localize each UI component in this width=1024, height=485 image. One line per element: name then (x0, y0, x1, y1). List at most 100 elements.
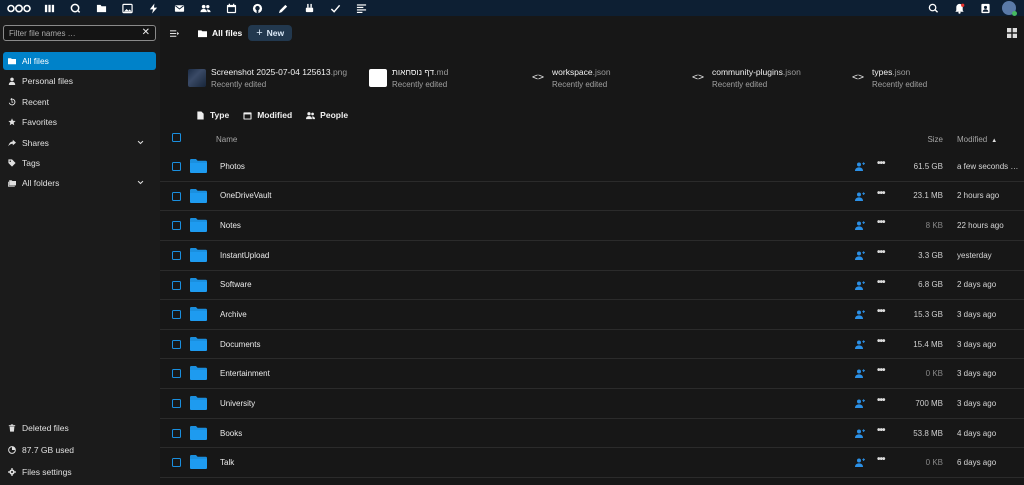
table-row[interactable]: Documents ••• 15.4 MB 3 days ago (160, 330, 1024, 360)
search-app-icon[interactable] (62, 0, 88, 16)
toggle-navigation-icon[interactable] (160, 29, 188, 38)
column-modified[interactable]: Modified ▲ (957, 135, 997, 144)
filter-modified-button[interactable]: Modified (243, 110, 292, 120)
row-checkbox[interactable] (172, 339, 181, 349)
clear-filter-icon[interactable]: ✕ (142, 27, 150, 38)
activity-icon[interactable] (140, 0, 166, 16)
contacts-menu-icon[interactable] (972, 0, 998, 16)
table-row[interactable]: Photos ••• 61.5 GB a few seconds ago (160, 152, 1024, 182)
share-icon[interactable] (855, 162, 865, 171)
sidebar-item-personal-files[interactable]: Personal files (3, 72, 156, 90)
recent-file[interactable]: <> types.json Recently edited (849, 64, 927, 94)
row-checkbox[interactable] (172, 310, 181, 320)
chevron-down-icon[interactable] (137, 139, 144, 146)
mail-icon[interactable] (166, 0, 192, 16)
sidebar-item-shares[interactable]: Shares (3, 134, 156, 152)
sidebar-item-tags[interactable]: Tags (3, 154, 156, 172)
storage-quota[interactable]: 87.7 GB used (3, 441, 156, 459)
share-icon[interactable] (855, 369, 865, 379)
text-icon[interactable] (348, 0, 374, 16)
share-icon[interactable] (855, 191, 865, 201)
more-actions-icon[interactable]: ••• (877, 454, 885, 465)
sidebar-item-all-files[interactable]: All files (3, 52, 156, 70)
filter-input-box[interactable]: ✕ (3, 25, 156, 41)
table-row[interactable]: Notes ••• 8 KB 22 hours ago (160, 211, 1024, 241)
share-icon[interactable] (855, 458, 865, 468)
chevron-down-icon[interactable] (137, 179, 144, 186)
contacts-icon[interactable] (192, 0, 218, 16)
filter-type-button[interactable]: Type (196, 110, 229, 120)
plugins-icon[interactable] (296, 0, 322, 16)
share-icon[interactable] (855, 429, 865, 438)
row-checkbox[interactable] (172, 369, 181, 379)
row-checkbox[interactable] (172, 191, 181, 201)
table-row[interactable]: Entertainment ••• 0 KB 3 days ago (160, 359, 1024, 390)
table-row[interactable]: Archive ••• 15.3 GB 3 days ago (160, 300, 1024, 330)
row-checkbox[interactable] (172, 250, 181, 260)
share-icon[interactable] (855, 399, 865, 409)
file-name[interactable]: Documents (220, 340, 260, 349)
calendar-icon[interactable] (218, 0, 244, 16)
row-checkbox[interactable] (172, 162, 181, 171)
grid-view-icon[interactable] (1007, 28, 1017, 38)
share-icon[interactable] (855, 280, 865, 290)
sidebar-item-favorites[interactable]: Favorites (3, 113, 156, 131)
recent-file[interactable]: דף נוסחאות.md Recently edited (369, 64, 448, 94)
table-row[interactable]: OneDriveVault ••• 23.1 MB 2 hours ago (160, 182, 1024, 212)
table-row[interactable]: Talk ••• 0 KB 6 days ago (160, 448, 1024, 479)
sidebar-item-all-folders[interactable]: All folders (3, 174, 156, 192)
row-checkbox[interactable] (172, 399, 181, 409)
table-row[interactable]: Books ••• 53.8 MB 4 days ago (160, 419, 1024, 449)
share-icon[interactable] (855, 251, 865, 260)
file-name[interactable]: Entertainment (220, 369, 270, 378)
row-checkbox[interactable] (172, 221, 181, 231)
more-actions-icon[interactable]: ••• (877, 247, 885, 258)
column-name[interactable]: Name (216, 135, 237, 144)
file-name[interactable]: OneDriveVault (220, 191, 271, 200)
filter-people-button[interactable]: People (306, 110, 348, 120)
more-actions-icon[interactable]: ••• (877, 306, 885, 317)
tasks-icon[interactable] (322, 0, 348, 16)
filter-input[interactable] (9, 28, 139, 38)
table-row[interactable]: Software ••• 6.8 GB 2 days ago (160, 271, 1024, 301)
table-row[interactable]: InstantUpload ••• 3.3 GB yesterday (160, 241, 1024, 271)
dashboard-icon[interactable] (36, 0, 62, 16)
file-name[interactable]: Notes (220, 221, 241, 230)
recent-file[interactable]: Screenshot 2025-07-04 125613.png Recentl… (188, 64, 347, 94)
files-icon[interactable] (88, 0, 114, 16)
more-actions-icon[interactable]: ••• (877, 395, 885, 406)
file-name[interactable]: Photos (220, 162, 245, 171)
row-checkbox[interactable] (172, 458, 181, 468)
notes-icon[interactable] (270, 0, 296, 16)
logo-icon[interactable] (2, 0, 36, 16)
sidebar-item-deleted-files[interactable]: Deleted files (3, 419, 156, 437)
more-actions-icon[interactable]: ••• (877, 365, 885, 376)
breadcrumb-all-files[interactable]: All files (188, 28, 242, 38)
more-actions-icon[interactable]: ••• (877, 158, 885, 169)
photos-icon[interactable] (114, 0, 140, 16)
file-name[interactable]: University (220, 399, 255, 408)
file-name[interactable]: Software (220, 280, 252, 289)
more-actions-icon[interactable]: ••• (877, 336, 885, 347)
share-icon[interactable] (855, 221, 865, 231)
row-checkbox[interactable] (172, 280, 181, 290)
avatar[interactable] (1002, 1, 1017, 16)
share-icon[interactable] (855, 310, 865, 320)
new-button[interactable]: + New (248, 25, 293, 41)
sidebar-item-recent[interactable]: Recent (3, 93, 156, 111)
share-icon[interactable] (855, 340, 865, 349)
notifications-icon[interactable] (946, 0, 972, 16)
file-name[interactable]: Talk (220, 458, 234, 467)
select-all-checkbox[interactable] (172, 133, 181, 142)
sidebar-item-files-settings[interactable]: Files settings (3, 463, 156, 481)
table-row[interactable]: University ••• 700 MB 3 days ago (160, 389, 1024, 419)
file-name[interactable]: InstantUpload (220, 251, 269, 260)
github-icon[interactable] (244, 0, 270, 16)
file-name[interactable]: Archive (220, 310, 247, 319)
more-actions-icon[interactable]: ••• (877, 425, 885, 436)
more-actions-icon[interactable]: ••• (877, 217, 885, 228)
column-size[interactable]: Size (927, 135, 943, 144)
row-checkbox[interactable] (172, 428, 181, 438)
recent-file[interactable]: <> community-plugins.json Recently edite… (689, 64, 801, 94)
more-actions-icon[interactable]: ••• (877, 188, 885, 199)
